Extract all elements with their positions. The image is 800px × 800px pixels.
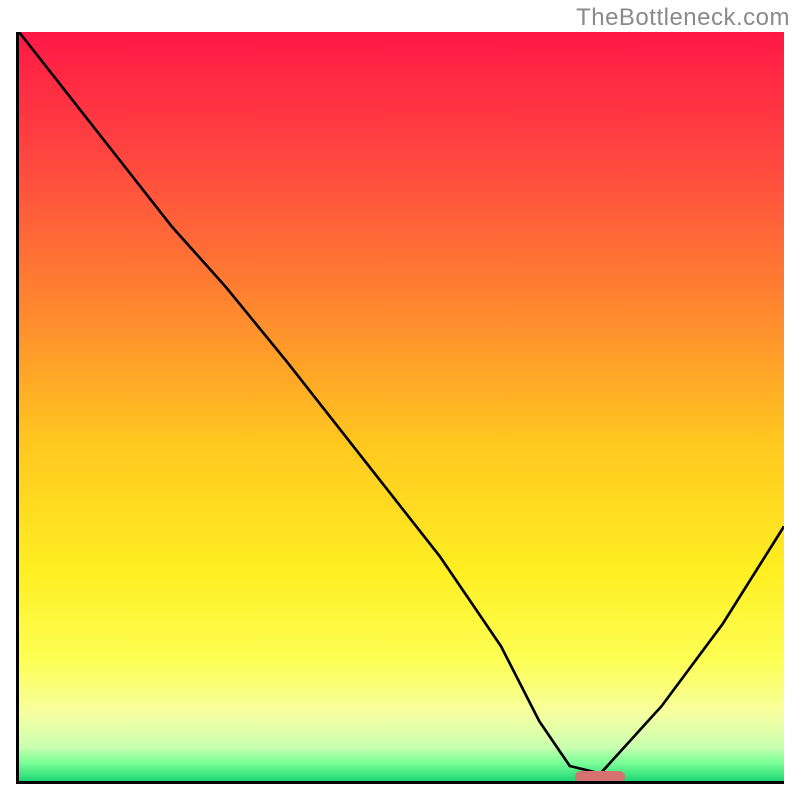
watermark-text: TheBottleneck.com	[576, 4, 790, 32]
bottleneck-curve	[19, 32, 784, 781]
plot-area	[16, 32, 784, 784]
optimum-marker	[575, 771, 625, 783]
